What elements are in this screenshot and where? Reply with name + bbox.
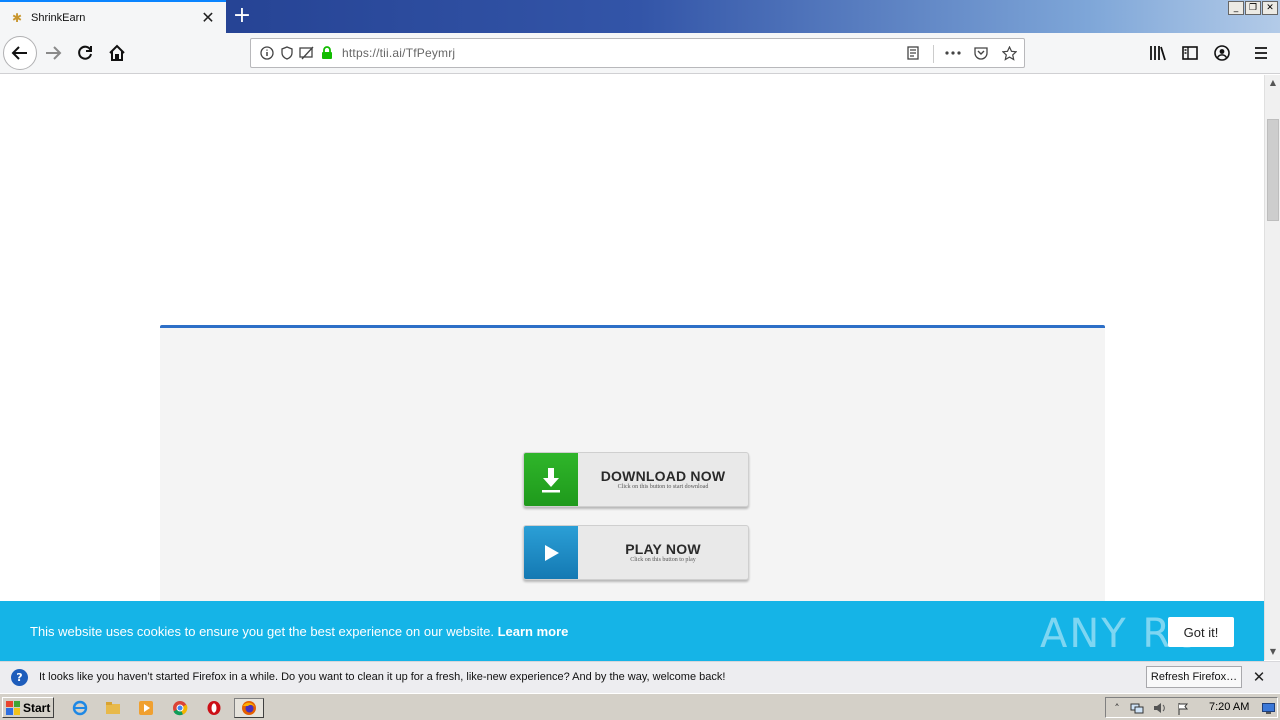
notification-text: It looks like you haven’t started Firefo… — [39, 671, 726, 683]
reader-view-icon[interactable] — [905, 45, 921, 61]
start-label: Start — [23, 700, 51, 715]
reload-button[interactable] — [73, 41, 97, 65]
cookie-text: This website uses cookies to ensure you … — [30, 624, 494, 639]
scroll-thumb[interactable] — [1267, 119, 1279, 221]
refresh-firefox-button[interactable]: Refresh Firefox… — [1146, 666, 1242, 688]
play-icon — [524, 526, 578, 579]
hamburger-menu-icon — [1255, 47, 1267, 59]
notification-bar: ? It looks like you haven’t started Fire… — [0, 661, 1280, 693]
taskbar-explorer-icon[interactable] — [101, 698, 125, 718]
scroll-down-arrow-icon[interactable]: ▼ — [1265, 644, 1280, 660]
tray-expand-icon[interactable]: ˄ — [1110, 701, 1124, 715]
download-now-button[interactable]: DOWNLOAD NOW Click on this button to sta… — [523, 452, 749, 507]
page-actions-icon[interactable] — [945, 45, 961, 61]
forward-arrow-icon — [46, 46, 62, 60]
account-button[interactable] — [1210, 41, 1234, 65]
new-tab-button[interactable]: + — [232, 4, 252, 28]
url-bar[interactable]: https://tii.ai/TfPeymrj — [250, 38, 1025, 68]
minimize-button[interactable]: _ — [1228, 1, 1244, 15]
page-viewport: DOWNLOAD NOW Click on this button to sta… — [0, 75, 1264, 601]
cookie-message: This website uses cookies to ensure you … — [30, 624, 568, 639]
site-favicon-icon: ✱ — [11, 10, 23, 25]
system-tray: ˄ 7:20 AM — [1105, 697, 1278, 718]
start-button[interactable]: Start — [2, 697, 54, 718]
content-panel: DOWNLOAD NOW Click on this button to sta… — [160, 325, 1105, 601]
permissions-icon[interactable] — [299, 45, 315, 61]
clock[interactable]: 7:20 AM — [1209, 701, 1249, 713]
taskbar-media-player-icon[interactable] — [134, 698, 158, 718]
nav-toolbar: https://tii.ai/TfPeymrj — [0, 33, 1280, 74]
taskbar-firefox-icon[interactable] — [234, 698, 264, 718]
screen: ✱ ShrinkEarn ✕ + _ ❐ ✕ https://tii.ai/Tf… — [0, 0, 1280, 720]
library-icon — [1150, 46, 1166, 61]
cookie-banner: This website uses cookies to ensure you … — [0, 601, 1264, 661]
tab-title: ShrinkEarn — [31, 11, 86, 24]
play-button-subtitle: Click on this button to play — [630, 557, 696, 563]
bookmark-star-icon[interactable] — [1001, 45, 1017, 61]
download-button-subtitle: Click on this button to start download — [617, 484, 709, 490]
play-button-title: PLAY NOW — [625, 541, 701, 557]
tab-shrinkearn[interactable]: ✱ ShrinkEarn ✕ — [0, 0, 226, 33]
network-icon[interactable] — [1130, 701, 1144, 715]
restore-button[interactable]: ❐ — [1245, 1, 1261, 15]
volume-icon[interactable] — [1153, 701, 1167, 715]
window-controls: _ ❐ ✕ — [1228, 1, 1278, 15]
home-icon — [109, 44, 125, 61]
download-button-title: DOWNLOAD NOW — [600, 468, 726, 484]
taskbar-opera-icon[interactable] — [202, 698, 226, 718]
taskbar-chrome-icon[interactable] — [168, 698, 192, 718]
back-arrow-icon — [11, 46, 27, 60]
menu-button[interactable] — [1249, 41, 1273, 65]
lock-icon[interactable] — [319, 45, 335, 61]
sidebar-button[interactable] — [1178, 41, 1202, 65]
title-bar: ✱ ShrinkEarn ✕ + _ ❐ ✕ — [0, 0, 1280, 33]
reload-icon — [78, 45, 92, 60]
notification-close-icon[interactable]: ✕ — [1250, 668, 1268, 686]
show-desktop-icon[interactable] — [1261, 701, 1275, 715]
url-text[interactable]: https://tii.ai/TfPeymrj — [342, 46, 455, 60]
library-button[interactable] — [1146, 41, 1170, 65]
home-button[interactable] — [105, 41, 129, 65]
taskbar: Start ˄ 7:20 AM — [0, 693, 1280, 720]
account-icon — [1214, 45, 1230, 61]
sidebar-icon — [1182, 46, 1198, 60]
learn-more-link[interactable]: Learn more — [498, 624, 569, 639]
vertical-scrollbar[interactable]: ▲ ▼ — [1264, 75, 1280, 660]
close-window-button[interactable]: ✕ — [1262, 1, 1278, 15]
url-divider — [933, 45, 934, 63]
question-icon: ? — [11, 669, 28, 686]
tab-close-icon[interactable]: ✕ — [199, 8, 217, 27]
pocket-icon[interactable] — [973, 45, 989, 61]
scroll-up-arrow-icon[interactable]: ▲ — [1265, 75, 1280, 91]
info-icon[interactable] — [259, 45, 275, 61]
tracking-shield-icon[interactable] — [279, 45, 295, 61]
forward-button[interactable] — [41, 41, 65, 65]
back-button[interactable] — [3, 36, 37, 70]
got-it-button[interactable]: Got it! — [1168, 617, 1234, 647]
windows-logo-icon — [6, 700, 20, 715]
action-center-flag-icon[interactable] — [1176, 701, 1190, 715]
play-now-button[interactable]: PLAY NOW Click on this button to play — [523, 525, 749, 580]
taskbar-ie-icon[interactable] — [68, 698, 92, 718]
download-icon — [524, 453, 578, 506]
